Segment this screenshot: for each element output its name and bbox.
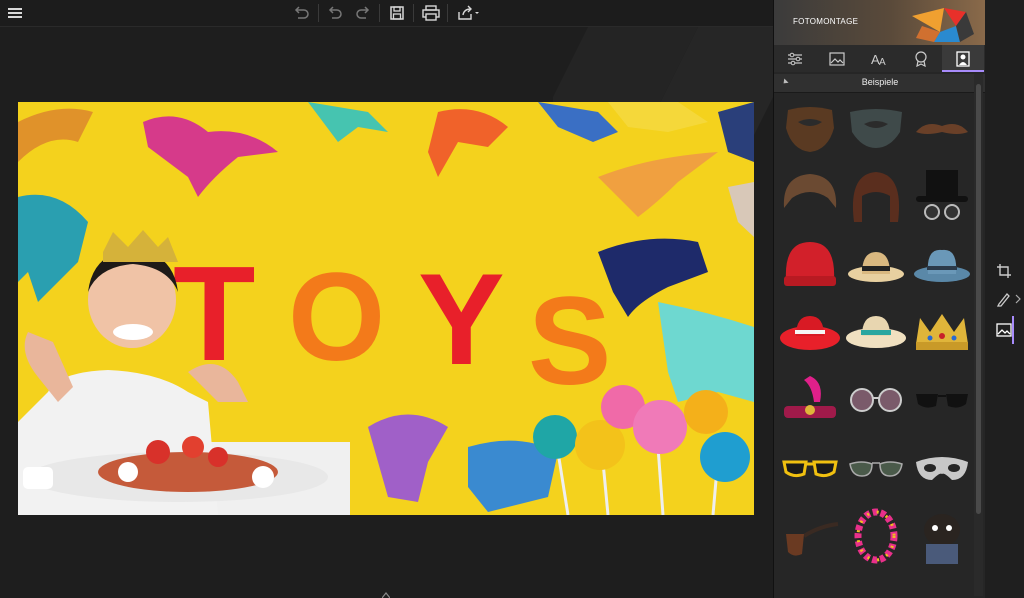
scrollbar-thumb[interactable] [976, 84, 981, 514]
sticker-flapper-headband[interactable] [778, 369, 842, 431]
letter-o: O [288, 248, 385, 387]
sticker-aviator-glasses[interactable] [844, 437, 908, 499]
sticker-crown-gold[interactable] [910, 301, 974, 363]
tab-badge[interactable] [900, 45, 942, 72]
banner-logo-icon [912, 8, 974, 42]
sticker-fedora-blue[interactable] [910, 233, 974, 295]
panel-banner: FOTOMONTAGE [774, 0, 986, 45]
redo-button[interactable] [352, 3, 374, 23]
save-button[interactable] [386, 3, 408, 23]
sticker-pug-dog[interactable] [910, 505, 974, 567]
editor-canvas[interactable]: T O Y S [0, 27, 773, 598]
badge-icon [915, 50, 927, 67]
sticker-sunglasses-black[interactable] [910, 369, 974, 431]
sticker-sun-hat-teal[interactable] [844, 301, 908, 363]
save-icon [390, 6, 404, 20]
sticker-glasses-round[interactable] [844, 369, 908, 431]
pen-icon [996, 293, 1010, 307]
image-icon [829, 51, 845, 66]
section-header[interactable]: Beispiele [774, 74, 986, 93]
svg-text:A: A [879, 57, 886, 67]
sticker-beard-dark[interactable] [844, 97, 908, 159]
letter-s: S [528, 272, 611, 411]
tab-portrait[interactable] [942, 45, 984, 72]
print-button[interactable] [420, 3, 442, 23]
pen-button[interactable] [993, 288, 1015, 310]
redo-icon [356, 6, 370, 19]
banner-title: FOTOMONTAGE [793, 17, 859, 26]
sticker-top-hat-glasses[interactable] [910, 165, 974, 227]
photo-montage[interactable]: T O Y S [18, 102, 754, 515]
letter-y: Y [418, 246, 505, 392]
sticker-straw-hat[interactable] [844, 233, 908, 295]
print-icon [422, 5, 440, 21]
sticker-sun-hat-red[interactable] [778, 301, 842, 363]
image-layer-icon [996, 323, 1012, 337]
share-button[interactable] [456, 3, 482, 23]
sticker-hair-short-brown[interactable] [778, 165, 842, 227]
tool-rail [985, 0, 1024, 598]
photo-image: T O Y S [18, 102, 754, 515]
sticker-beanie-red[interactable] [778, 233, 842, 295]
rail-expand-icon[interactable] [1015, 294, 1021, 304]
rail-active-indicator [1012, 316, 1014, 344]
undo-icon [328, 6, 342, 19]
bottom-panel-toggle-icon[interactable] [382, 592, 390, 598]
sticker-beard-brown[interactable] [778, 97, 842, 159]
sticker-hair-bob-brown[interactable] [844, 165, 908, 227]
sticker-pipe[interactable] [778, 505, 842, 567]
adjust-icon [788, 52, 802, 65]
top-toolbar [0, 0, 773, 27]
sticker-mustache[interactable] [910, 97, 974, 159]
panel-tabs: AA [774, 45, 986, 72]
share-icon [458, 5, 479, 20]
section-title: Beispiele [861, 77, 899, 87]
undo-button[interactable] [324, 3, 346, 23]
crop-icon [997, 264, 1011, 278]
sticker-sunglasses-yellow[interactable] [778, 437, 842, 499]
sticker-flower-lei[interactable] [844, 505, 908, 567]
tab-adjust[interactable] [774, 45, 816, 72]
hamburger-icon[interactable] [4, 3, 26, 23]
sticker-mask-silver[interactable] [910, 437, 974, 499]
crop-button[interactable] [993, 260, 1015, 282]
effects-panel: FOTOMONTAGE AA Beispiele [773, 0, 986, 598]
text-icon: AA [871, 52, 886, 67]
undo-all-icon [294, 6, 309, 19]
tab-image[interactable] [816, 45, 858, 72]
panel-scrollbar[interactable] [974, 74, 983, 596]
undo-all-button[interactable] [290, 3, 312, 23]
tab-text[interactable]: AA [858, 45, 900, 72]
portrait-icon [956, 50, 970, 67]
